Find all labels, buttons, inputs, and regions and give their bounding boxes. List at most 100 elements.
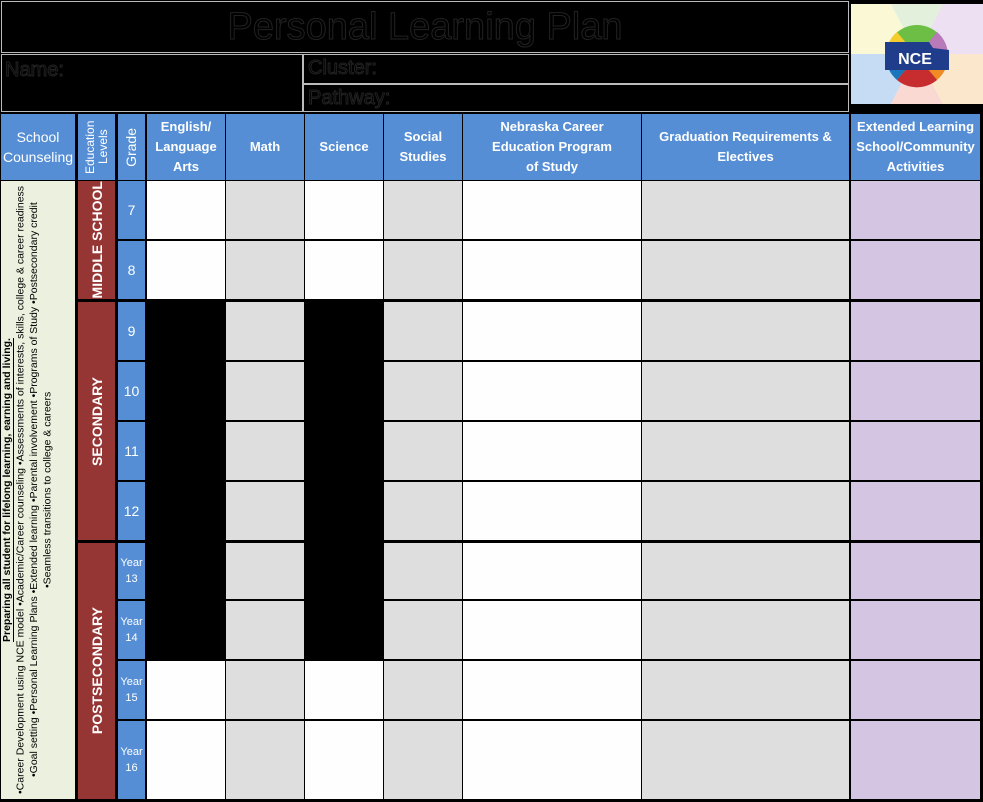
career-cell[interactable] (463, 601, 641, 659)
math-cell[interactable] (226, 601, 304, 659)
english-cell (147, 601, 225, 659)
grade-label: 12 (118, 482, 145, 540)
social-cell[interactable] (384, 422, 462, 480)
plan-header: Personal Learning Plan Name: Cluster: Pa… (0, 0, 850, 112)
level-postsecondary: POSTSECONDARY (78, 543, 115, 799)
social-cell[interactable] (384, 181, 462, 239)
col-grade: Grade (118, 114, 145, 180)
grade-label: Year 14 (118, 601, 145, 659)
extended-cell[interactable] (851, 482, 980, 540)
extended-cell[interactable] (851, 721, 980, 799)
english-cell[interactable] (147, 181, 225, 239)
graduation-cell[interactable] (642, 362, 849, 420)
english-cell (147, 543, 225, 599)
extended-cell[interactable] (851, 181, 980, 239)
name-field[interactable]: Name: (1, 54, 303, 112)
col-social-studies: Social Studies (384, 114, 462, 180)
english-cell[interactable] (147, 661, 225, 719)
math-cell[interactable] (226, 721, 304, 799)
career-cell[interactable] (463, 543, 641, 599)
extended-cell[interactable] (851, 422, 980, 480)
extended-cell[interactable] (851, 302, 980, 360)
career-cell[interactable] (463, 661, 641, 719)
math-cell[interactable] (226, 302, 304, 360)
english-cell[interactable] (147, 241, 225, 299)
cluster-field[interactable]: Cluster: (303, 54, 849, 84)
math-cell[interactable] (226, 181, 304, 239)
extended-cell[interactable] (851, 241, 980, 299)
grade-label: 10 (118, 362, 145, 420)
level-secondary-label: SECONDARY (88, 376, 105, 466)
grade-label: Year 13 (118, 543, 145, 599)
science-cell[interactable] (305, 241, 383, 299)
social-cell[interactable] (384, 241, 462, 299)
col-school-counseling: School Counseling (1, 114, 75, 180)
social-cell[interactable] (384, 362, 462, 420)
english-cell (147, 482, 225, 540)
science-cell[interactable] (305, 661, 383, 719)
career-cell[interactable] (463, 422, 641, 480)
graduation-cell[interactable] (642, 181, 849, 239)
social-cell[interactable] (384, 661, 462, 719)
level-postsecondary-label: POSTSECONDARY (88, 607, 105, 735)
social-cell[interactable] (384, 482, 462, 540)
english-cell (147, 302, 225, 360)
grade-label: 9 (118, 302, 145, 360)
col-math: Math (226, 114, 304, 180)
grade-label: Year 15 (118, 661, 145, 719)
extended-cell[interactable] (851, 661, 980, 719)
math-cell[interactable] (226, 661, 304, 719)
english-cell[interactable] (147, 721, 225, 799)
level-middle-school-label: MIDDLE SCHOOL (88, 181, 105, 299)
math-cell[interactable] (226, 543, 304, 599)
science-cell (305, 362, 383, 420)
career-cell[interactable] (463, 181, 641, 239)
math-cell[interactable] (226, 482, 304, 540)
graduation-cell[interactable] (642, 601, 849, 659)
science-cell[interactable] (305, 181, 383, 239)
english-cell (147, 362, 225, 420)
math-cell[interactable] (226, 241, 304, 299)
science-cell (305, 302, 383, 360)
grade-label: 7 (118, 181, 145, 239)
social-cell[interactable] (384, 543, 462, 599)
level-middle-school: MIDDLE SCHOOL (78, 181, 115, 299)
col-career-education: Nebraska Career Education Program of Stu… (463, 114, 641, 180)
social-cell[interactable] (384, 601, 462, 659)
extended-cell[interactable] (851, 362, 980, 420)
social-cell[interactable] (384, 302, 462, 360)
col-graduation: Graduation Requirements & Electives (642, 114, 849, 180)
col-english: English/ Language Arts (147, 114, 225, 180)
graduation-cell[interactable] (642, 241, 849, 299)
col-education-levels: Education Levels (78, 114, 115, 180)
science-cell (305, 482, 383, 540)
graduation-cell[interactable] (642, 661, 849, 719)
grade-label: 11 (118, 422, 145, 480)
graduation-cell[interactable] (642, 543, 849, 599)
graduation-cell[interactable] (642, 482, 849, 540)
career-cell[interactable] (463, 721, 641, 799)
nce-logo: NCE (851, 4, 983, 104)
science-cell (305, 543, 383, 599)
career-cell[interactable] (463, 302, 641, 360)
science-cell[interactable] (305, 721, 383, 799)
social-cell[interactable] (384, 721, 462, 799)
counseling-description: Preparing all student for lifelong learn… (1, 181, 75, 799)
extended-cell[interactable] (851, 543, 980, 599)
graduation-cell[interactable] (642, 721, 849, 799)
graduation-cell[interactable] (642, 302, 849, 360)
career-cell[interactable] (463, 241, 641, 299)
math-cell[interactable] (226, 362, 304, 420)
col-grade-label: Grade (123, 127, 139, 167)
page-title: Personal Learning Plan (1, 1, 849, 53)
col-education-levels-label: Education Levels (82, 120, 110, 174)
col-extended-learning: Extended Learning School/Community Activ… (851, 114, 980, 180)
career-cell[interactable] (463, 362, 641, 420)
career-cell[interactable] (463, 482, 641, 540)
counseling-heading: Preparing all student for lifelong learn… (1, 338, 13, 642)
pathway-field[interactable]: Pathway: (303, 84, 849, 112)
english-cell (147, 422, 225, 480)
extended-cell[interactable] (851, 601, 980, 659)
math-cell[interactable] (226, 422, 304, 480)
graduation-cell[interactable] (642, 422, 849, 480)
